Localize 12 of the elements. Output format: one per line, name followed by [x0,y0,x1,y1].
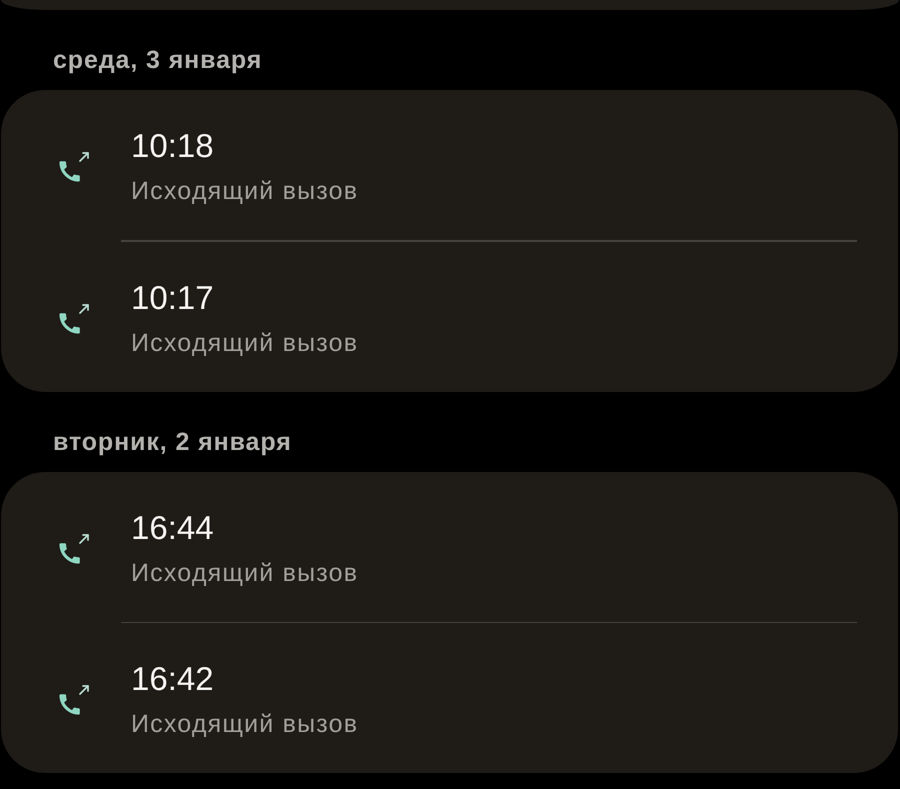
call-time: 16:44 [131,508,214,548]
phone-arrow-icon [58,149,92,183]
call-time: 10:17 [131,278,214,318]
phone-arrow-icon [58,682,92,716]
call-type-label: Исходящий вызов [131,709,358,739]
call-type-label: Исходящий вызов [131,328,358,358]
call-type-label: Исходящий вызов [131,558,358,588]
date-header: вторник, 2 января [52,426,292,458]
call-time: 16:42 [131,659,214,699]
date-header: среда, 3 января [52,45,262,76]
call-time: 10:18 [131,126,214,166]
call-type-label: Исходящий вызов [131,176,358,206]
